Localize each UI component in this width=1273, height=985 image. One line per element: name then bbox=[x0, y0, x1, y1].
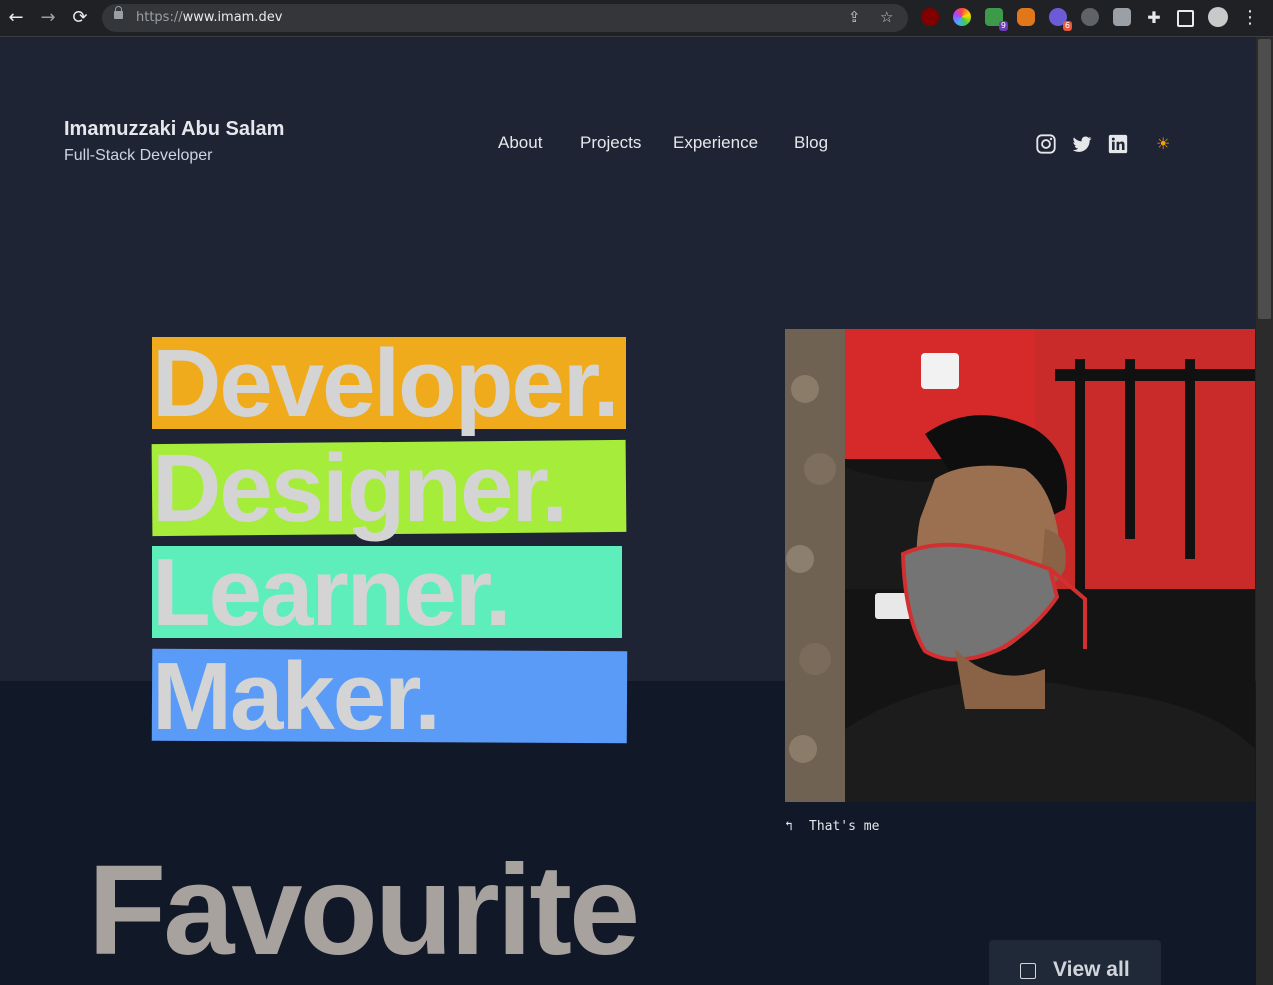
external-link-icon bbox=[1020, 963, 1036, 979]
corner-up-arrow-icon: ↰ bbox=[785, 819, 793, 834]
twitter-icon[interactable] bbox=[1071, 133, 1093, 155]
cube-extension-icon[interactable]: 9 bbox=[985, 8, 1008, 31]
site-name[interactable]: Imamuzzaki Abu Salam bbox=[64, 118, 284, 141]
nav-about[interactable]: About bbox=[498, 133, 542, 153]
scrollbar-thumb[interactable] bbox=[1258, 39, 1271, 319]
nav-projects[interactable]: Projects bbox=[580, 133, 641, 153]
puzzle-icon[interactable]: ✚ bbox=[1144, 8, 1164, 28]
photo-caption: ↰ That's me bbox=[785, 819, 880, 834]
view-all-button[interactable]: View all bbox=[989, 940, 1161, 985]
forward-arrow-icon[interactable]: → bbox=[38, 8, 58, 28]
share-icon[interactable]: ⇪ bbox=[848, 8, 861, 26]
section-title: Favourite bbox=[88, 839, 640, 982]
browser-toolbar: ← → ⟳ https://www.imam.dev ⇪ ☆ 9 6 ✚ ⋮ bbox=[0, 0, 1273, 37]
kebab-menu-icon[interactable]: ⋮ bbox=[1240, 8, 1260, 28]
back-arrow-icon[interactable]: ← bbox=[6, 8, 26, 28]
nav-blog[interactable]: Blog bbox=[794, 133, 828, 153]
profile-photo bbox=[785, 329, 1255, 802]
nav-experience[interactable]: Experience bbox=[673, 133, 758, 153]
linkedin-icon[interactable] bbox=[1107, 133, 1129, 155]
page-content: Imamuzzaki Abu Salam Full-Stack Develope… bbox=[0, 37, 1256, 985]
site-role: Full-Stack Developer bbox=[64, 147, 213, 164]
gear-extension-icon[interactable]: 6 bbox=[1049, 8, 1072, 31]
instagram-icon[interactable] bbox=[1035, 133, 1057, 155]
star-icon[interactable]: ☆ bbox=[880, 8, 893, 26]
reload-icon[interactable]: ⟳ bbox=[70, 8, 90, 28]
side-panel-icon[interactable] bbox=[1177, 10, 1194, 27]
lock-icon bbox=[114, 6, 123, 19]
ublock-extension-icon[interactable] bbox=[921, 8, 939, 26]
metamask-extension-icon[interactable] bbox=[1017, 8, 1035, 26]
color-extension-icon[interactable] bbox=[953, 8, 971, 26]
camera-extension-icon[interactable] bbox=[1113, 8, 1131, 26]
page-scrollbar[interactable] bbox=[1256, 37, 1273, 985]
profile-avatar[interactable] bbox=[1208, 7, 1228, 27]
sun-theme-icon[interactable]: ☀ bbox=[1156, 133, 1178, 155]
address-bar[interactable]: https://www.imam.dev ⇪ ☆ bbox=[102, 4, 908, 32]
glasses-extension-icon[interactable] bbox=[1081, 8, 1099, 26]
url-text: https://www.imam.dev bbox=[136, 10, 283, 25]
